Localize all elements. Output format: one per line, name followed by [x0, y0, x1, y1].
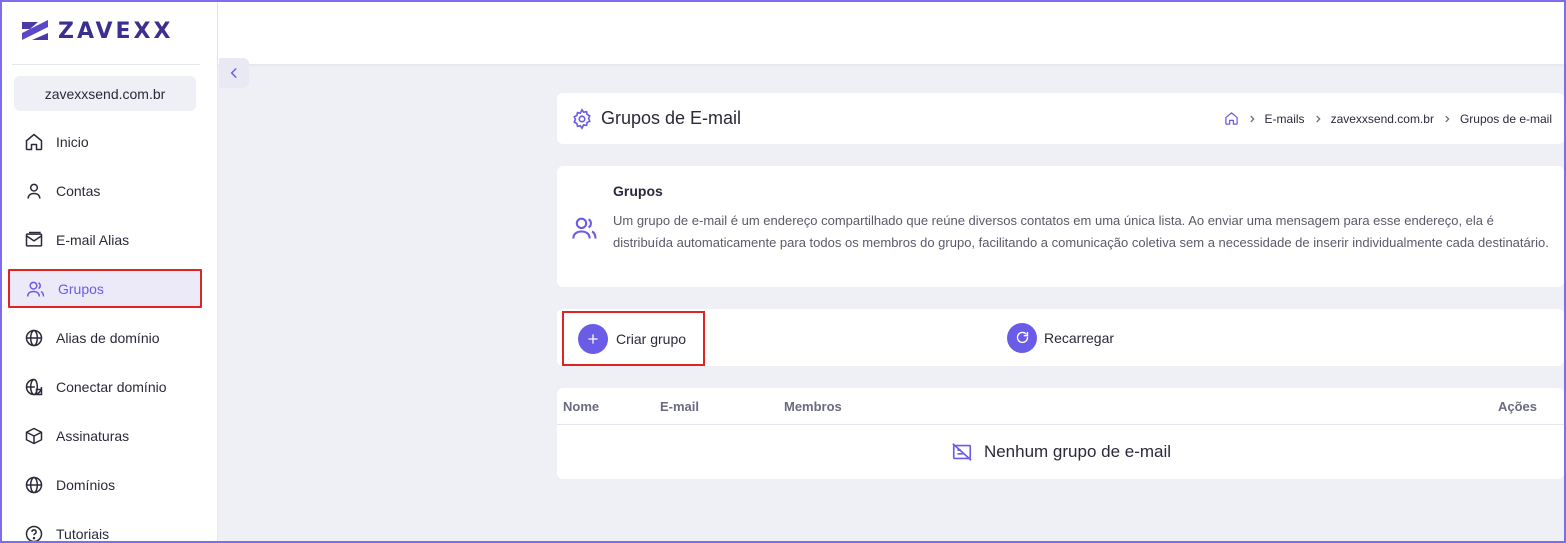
create-group-button[interactable]: Criar grupo	[562, 311, 705, 366]
sidebar-item-label: Conectar domínio	[56, 378, 167, 395]
gear-icon	[573, 107, 591, 130]
sidebar-item-label: Assinaturas	[56, 427, 130, 444]
page-header: Grupos de E-mail E-mails zavexxsend.com.…	[557, 93, 1564, 144]
sidebar-item-label: E-mail Alias	[56, 231, 130, 248]
sidebar-item-grupos[interactable]: Grupos	[8, 269, 202, 308]
globe-icon	[25, 476, 43, 493]
globe-connect-icon	[25, 378, 43, 395]
brand-name: ZAVEXX	[58, 18, 174, 44]
breadcrumb: E-mails zavexxsend.com.br Grupos de e-ma…	[1224, 93, 1552, 144]
sidebar-item-tutoriais[interactable]: Tutoriais	[8, 509, 202, 543]
sidebar-item-contas[interactable]: Contas	[8, 166, 202, 215]
sidebar-item-inicio[interactable]: Inicio	[8, 117, 202, 166]
info-card: Grupos Um grupo de e-mail é um endereço …	[557, 166, 1564, 287]
column-header-email[interactable]: E-mail	[660, 399, 699, 414]
info-description: Um grupo de e-mail é um endereço compart…	[613, 213, 1549, 250]
chevron-left-icon	[230, 68, 237, 78]
reload-button[interactable]: Recarregar	[1007, 322, 1114, 353]
mail-off-icon	[952, 443, 972, 461]
sidebar-item-label: Grupos	[58, 280, 104, 297]
sidebar-item-email-alias[interactable]: E-mail Alias	[8, 215, 202, 264]
sidebar-item-label: Domínios	[56, 476, 116, 493]
actions-bar: Criar grupo Recarregar	[557, 309, 1564, 366]
reload-label: Recarregar	[1044, 329, 1115, 346]
sidebar-item-label: Contas	[56, 182, 101, 199]
empty-state-text: Nenhum grupo de e-mail	[983, 442, 1172, 461]
plus-icon	[578, 323, 608, 354]
table-header: Nome E-mail Membros Ações	[557, 388, 1564, 425]
home-icon	[25, 133, 43, 150]
user-icon	[27, 183, 41, 199]
mail-alias-icon	[25, 231, 43, 247]
home-icon[interactable]	[1224, 111, 1239, 126]
page-title: Grupos de E-mail	[601, 108, 742, 128]
sidebar-item-label: Tutoriais	[56, 525, 110, 542]
chevron-right-icon	[1445, 115, 1450, 122]
column-header-acoes: Ações	[1498, 399, 1538, 414]
create-group-label: Criar grupo	[616, 330, 687, 347]
sidebar-item-label: Alias de domínio	[56, 329, 160, 346]
column-header-nome[interactable]: Nome	[563, 399, 599, 414]
logo-mark-icon	[22, 20, 48, 40]
sidebar-nav: Inicio Contas E-mail Alias Grupos Alias …	[8, 117, 202, 543]
refresh-icon	[1007, 322, 1037, 353]
users-icon	[26, 281, 45, 297]
empty-state: Nenhum grupo de e-mail	[557, 425, 1564, 479]
breadcrumb-current: Grupos de e-mail	[1459, 111, 1552, 126]
sidebar-item-conectar-dominio[interactable]: Conectar domínio	[8, 362, 202, 411]
breadcrumb-item[interactable]: E-mails	[1265, 112, 1305, 126]
info-title: Grupos	[613, 183, 663, 199]
chevron-right-icon	[1249, 115, 1255, 122]
divider	[12, 64, 200, 65]
sidebar-item-dominios[interactable]: Domínios	[8, 460, 202, 509]
sidebar: ZAVEXX zavexxsend.com.br Inicio Contas E…	[2, 2, 218, 543]
top-bar	[218, 2, 1564, 64]
logo[interactable]: ZAVEXX	[20, 16, 173, 46]
groups-table: Nome E-mail Membros Ações Nenhum grupo d…	[557, 388, 1564, 479]
help-icon	[25, 525, 43, 542]
sidebar-item-label: Inicio	[56, 133, 89, 150]
box-icon	[25, 427, 43, 444]
page-title-wrap: Grupos de E-mail	[571, 107, 742, 130]
sidebar-item-alias-dominio[interactable]: Alias de domínio	[8, 313, 202, 362]
globe-icon	[25, 329, 43, 346]
breadcrumb-item[interactable]: zavexxsend.com.br	[1331, 112, 1434, 126]
sidebar-item-assinaturas[interactable]: Assinaturas	[8, 411, 202, 460]
domain-selector[interactable]: zavexxsend.com.br	[14, 76, 196, 111]
column-header-membros[interactable]: Membros	[784, 399, 842, 414]
users-icon	[572, 217, 597, 239]
chevron-right-icon	[1315, 115, 1321, 122]
sidebar-collapse-button[interactable]	[219, 58, 249, 88]
